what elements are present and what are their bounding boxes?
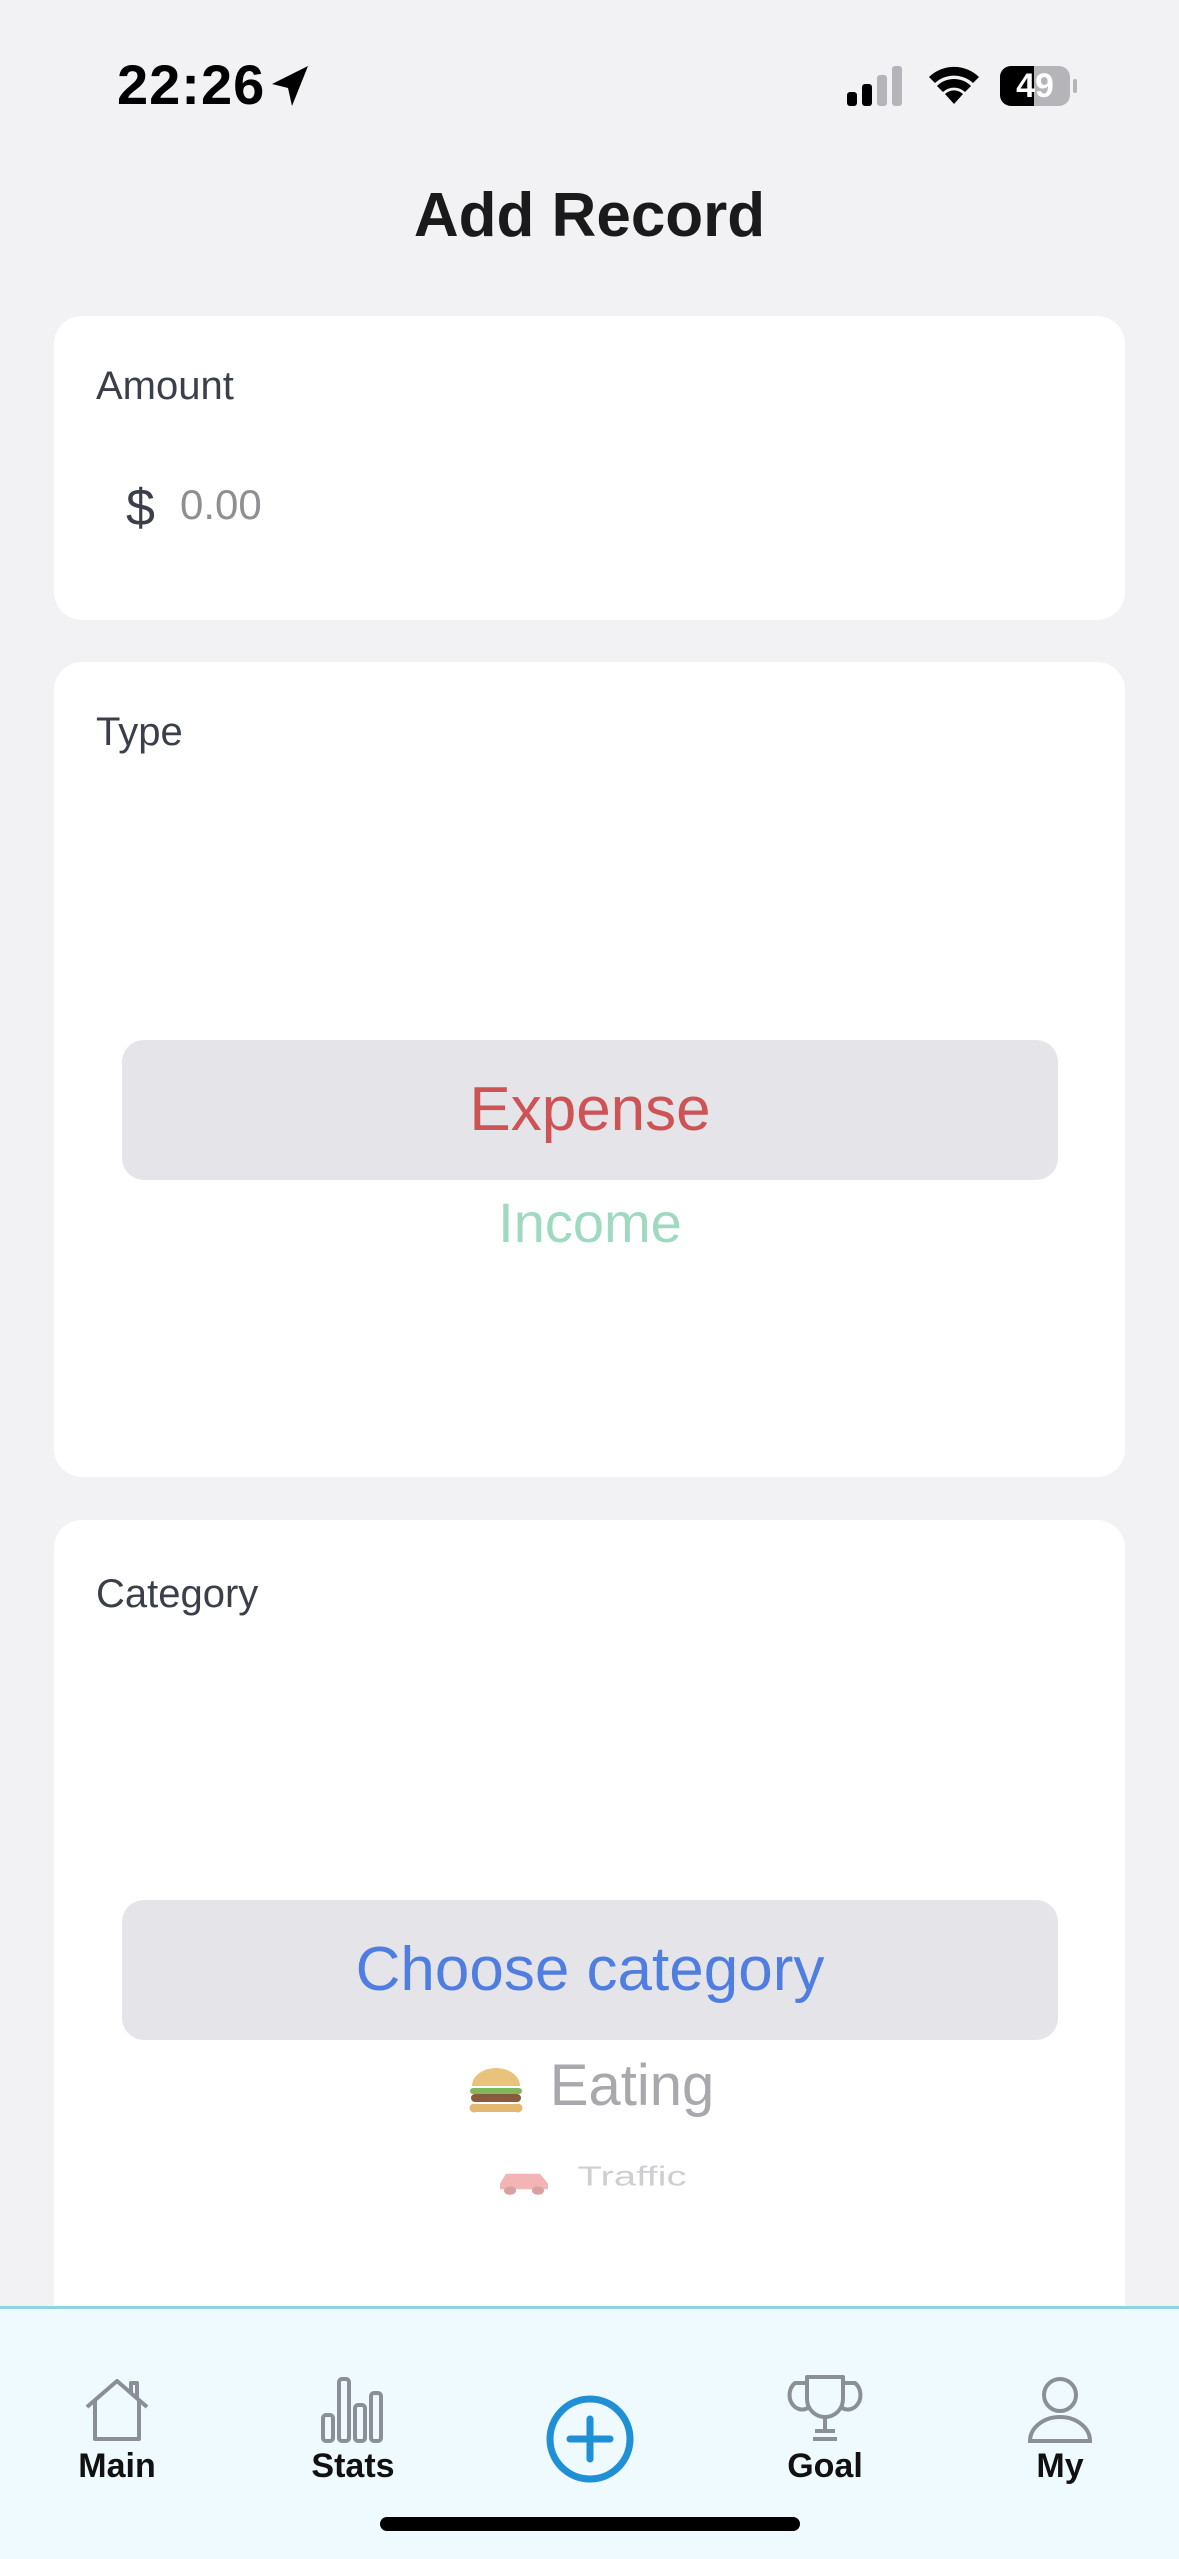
category-label: Category (96, 1572, 259, 1616)
tab-add-record[interactable] (490, 2309, 690, 2489)
category-option-eating-label: Eating (549, 2053, 715, 2118)
plus-circle-icon (546, 2395, 634, 2483)
cellular-signal-icon (847, 66, 902, 106)
currency-symbol: $ (126, 479, 155, 537)
home-icon (85, 2379, 149, 2441)
trophy-icon (787, 2375, 863, 2441)
tab-goal-label: Goal (787, 2447, 863, 2485)
tab-stats-label: Stats (311, 2447, 395, 2485)
tab-my-label: My (1036, 2447, 1084, 2485)
bar-chart-icon (321, 2377, 383, 2443)
tab-my[interactable]: My (960, 2309, 1160, 2489)
burger-icon (469, 2067, 523, 2113)
tab-main-label: Main (78, 2447, 156, 2485)
category-option-traffic[interactable]: Traffic (122, 2160, 1058, 2196)
person-icon (1027, 2377, 1093, 2443)
car-icon (499, 2173, 548, 2195)
amount-input[interactable] (180, 470, 780, 540)
page-title: Add Record (413, 181, 766, 250)
amount-card: Amount $ (54, 316, 1125, 620)
category-card: Category Choose category Eating Traffic (54, 1520, 1125, 2420)
tab-goal[interactable]: Goal (725, 2309, 925, 2489)
location-arrow-icon (272, 66, 308, 106)
tab-stats[interactable]: Stats (253, 2309, 453, 2489)
category-option-eating[interactable]: Eating (122, 2052, 1058, 2119)
category-option-traffic-label: Traffic (577, 2160, 687, 2192)
status-bar: 22:26 49 (0, 0, 1179, 160)
type-option-income[interactable]: Income (122, 1190, 1058, 1255)
battery-level: 49 (1016, 67, 1054, 105)
type-label: Type (96, 710, 183, 754)
category-option-choose[interactable]: Choose category (122, 1900, 1058, 2040)
tab-main[interactable]: Main (17, 2309, 217, 2489)
amount-label: Amount (96, 364, 234, 408)
status-time: 22:26 (117, 53, 266, 116)
type-card: Type Expense Income (54, 662, 1125, 1477)
type-option-expense[interactable]: Expense (122, 1040, 1058, 1180)
wifi-icon (929, 66, 979, 104)
home-indicator (380, 2517, 800, 2531)
